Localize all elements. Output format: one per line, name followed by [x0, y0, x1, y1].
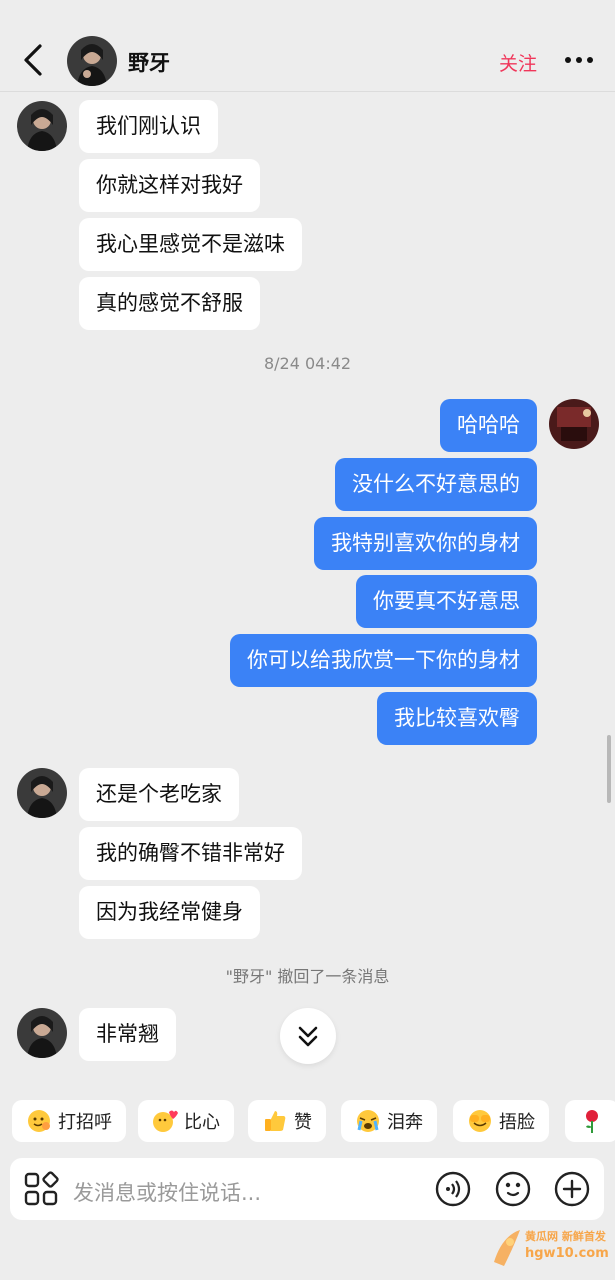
- follow-button[interactable]: 关注: [499, 49, 537, 76]
- scrollbar[interactable]: [607, 735, 611, 803]
- quick-reply-like[interactable]: 赞: [248, 1100, 326, 1142]
- message-bubble-outgoing[interactable]: 哈哈哈: [440, 399, 537, 452]
- apps-grid-icon[interactable]: [22, 1170, 60, 1208]
- voice-icon[interactable]: [434, 1170, 472, 1208]
- contact-message-avatar[interactable]: [17, 101, 67, 151]
- double-chevron-down-icon: [298, 1026, 318, 1047]
- message-bubble-incoming[interactable]: 我们刚认识: [79, 100, 218, 153]
- wave-emoji-icon: [28, 1110, 50, 1132]
- message-bubble-incoming[interactable]: 因为我经常健身: [79, 886, 260, 939]
- thumbs-up-emoji-icon: [265, 1111, 286, 1131]
- contact-message-avatar[interactable]: [17, 768, 67, 818]
- message-bubble-incoming[interactable]: 我的确臀不错非常好: [79, 827, 302, 880]
- quick-reply-facepalm[interactable]: 捂脸: [453, 1100, 549, 1142]
- quick-reply-label: 打招呼: [58, 1112, 112, 1133]
- message-bubble-outgoing[interactable]: 你要真不好意思: [356, 575, 537, 628]
- back-arrow-icon[interactable]: [18, 42, 48, 78]
- watermark-text: 黄瓜网 新鲜首发: [525, 1230, 606, 1243]
- contact-message-avatar[interactable]: [17, 1008, 67, 1058]
- my-avatar[interactable]: [549, 399, 599, 449]
- message-input[interactable]: 发消息或按住说话...: [73, 1177, 261, 1207]
- recall-notice: "野牙" 撤回了一条消息: [225, 967, 390, 986]
- chat-header: 野牙 关注: [0, 0, 615, 92]
- facepalm-emoji-icon: [469, 1110, 491, 1132]
- message-bubble-incoming[interactable]: 真的感觉不舒服: [79, 277, 260, 330]
- quick-reply-label: 捂脸: [499, 1112, 535, 1133]
- finger-heart-emoji-icon: [153, 1110, 178, 1132]
- message-bubble-incoming[interactable]: 你就这样对我好: [79, 159, 260, 212]
- message-bubble-incoming[interactable]: 非常翘: [79, 1008, 176, 1061]
- message-bubble-outgoing[interactable]: 我比较喜欢臀: [377, 692, 537, 745]
- more-options-icon[interactable]: [563, 50, 595, 70]
- watermark-url: hgw10.com: [525, 1246, 609, 1261]
- message-timestamp: 8/24 04:42: [263, 354, 352, 373]
- quick-reply-rose[interactable]: [565, 1100, 615, 1142]
- tears-emoji-icon: [357, 1110, 379, 1132]
- quick-reply-label: 泪奔: [387, 1112, 423, 1133]
- emoji-icon[interactable]: [494, 1170, 532, 1208]
- quick-reply-tears[interactable]: 泪奔: [341, 1100, 437, 1142]
- plus-icon[interactable]: [553, 1170, 591, 1208]
- message-bubble-outgoing[interactable]: 我特别喜欢你的身材: [314, 517, 537, 570]
- quick-reply-label: 比心: [184, 1112, 220, 1133]
- message-bubble-outgoing[interactable]: 没什么不好意思的: [335, 458, 537, 511]
- quick-reply-heart[interactable]: 比心: [138, 1100, 234, 1142]
- contact-name: 野牙: [128, 51, 170, 75]
- message-bubble-incoming[interactable]: 还是个老吃家: [79, 768, 239, 821]
- rose-emoji-icon: [586, 1110, 598, 1133]
- message-bubble-outgoing[interactable]: 你可以给我欣赏一下你的身材: [230, 634, 537, 687]
- quick-reply-wave[interactable]: 打招呼: [12, 1100, 126, 1142]
- contact-avatar[interactable]: [67, 36, 117, 86]
- message-bubble-incoming[interactable]: 我心里感觉不是滋味: [79, 218, 302, 271]
- scroll-to-bottom-button[interactable]: [280, 1008, 336, 1064]
- message-input-bar: 发消息或按住说话...: [10, 1158, 604, 1220]
- quick-reply-label: 赞: [294, 1112, 312, 1133]
- quick-reply-row: 打招呼 比心 赞 泪奔 捂脸: [0, 1100, 615, 1144]
